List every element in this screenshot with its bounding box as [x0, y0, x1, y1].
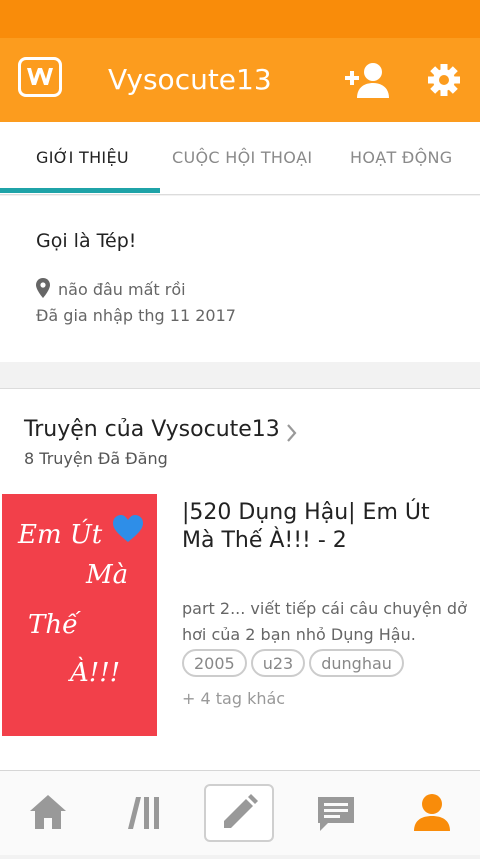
app-bar: Vysocute13	[0, 38, 480, 122]
more-tags-link[interactable]: + 4 tag khác	[182, 689, 285, 708]
cover-text-line: À!!!	[70, 658, 121, 688]
stories-title[interactable]: Truyện của Vysocute13	[24, 417, 280, 442]
cover-text-line: Mà	[86, 560, 129, 590]
heart-icon	[113, 515, 143, 542]
gear-icon	[428, 64, 460, 96]
stories-section: Truyện của Vysocute13 8 Truyện Đã Đăng E…	[0, 388, 480, 771]
tab-activity[interactable]: HOẠT ĐỘNG	[350, 148, 453, 167]
add-user-icon	[345, 63, 389, 98]
wattpad-logo-icon[interactable]	[18, 57, 62, 97]
nav-profile[interactable]	[384, 771, 480, 855]
status-bar	[0, 0, 480, 38]
nav-messages[interactable]	[288, 771, 384, 855]
tag-chip[interactable]: u23	[250, 649, 306, 677]
home-icon	[30, 795, 66, 829]
about-section: Gọi là Tép! não đâu mất rồi Đã gia nhập …	[0, 196, 480, 362]
location-pin-icon	[36, 278, 50, 298]
nav-write[interactable]	[204, 784, 274, 842]
stories-count: 8 Truyện Đã Đăng	[24, 449, 168, 468]
tab-conversations[interactable]: CUỘC HỘI THOẠI	[172, 148, 312, 167]
tab-indicator	[0, 188, 160, 193]
cover-text-line: Thế	[28, 610, 79, 640]
story-tags: 2005 u23 dunghau	[182, 649, 408, 677]
nav-home[interactable]	[0, 771, 96, 855]
tab-about[interactable]: GIỚI THIỆU	[36, 148, 129, 167]
joined-date: Đã gia nhập thg 11 2017	[36, 306, 236, 325]
messages-icon	[318, 797, 354, 831]
profile-icon	[414, 794, 450, 831]
story-title[interactable]: |520 Dụng Hậu| Em Út Mà Thế À!!! - 2	[182, 499, 462, 555]
pencil-icon	[224, 794, 258, 828]
tag-chip[interactable]: dunghau	[309, 649, 404, 677]
add-user-button[interactable]	[345, 60, 391, 100]
tag-chip[interactable]: 2005	[182, 649, 247, 677]
settings-button[interactable]	[426, 60, 462, 100]
profile-username: Vysocute13	[108, 63, 272, 96]
cover-text-line: Em Út	[18, 520, 103, 550]
chevron-right-icon[interactable]	[286, 423, 298, 443]
profile-tabs: GIỚI THIỆU CUỘC HỘI THOẠI HOẠT ĐỘNG	[0, 122, 480, 195]
story-cover[interactable]: Em Út Mà Thế À!!!	[2, 494, 157, 736]
nav-library[interactable]	[96, 771, 192, 855]
story-description: part 2... viết tiếp cái câu chuyện dở hơ…	[182, 599, 467, 644]
location-text: não đâu mất rồi	[58, 280, 186, 299]
profile-bio: Gọi là Tép!	[36, 230, 137, 252]
bottom-navigation	[0, 770, 480, 855]
library-icon	[128, 797, 159, 829]
